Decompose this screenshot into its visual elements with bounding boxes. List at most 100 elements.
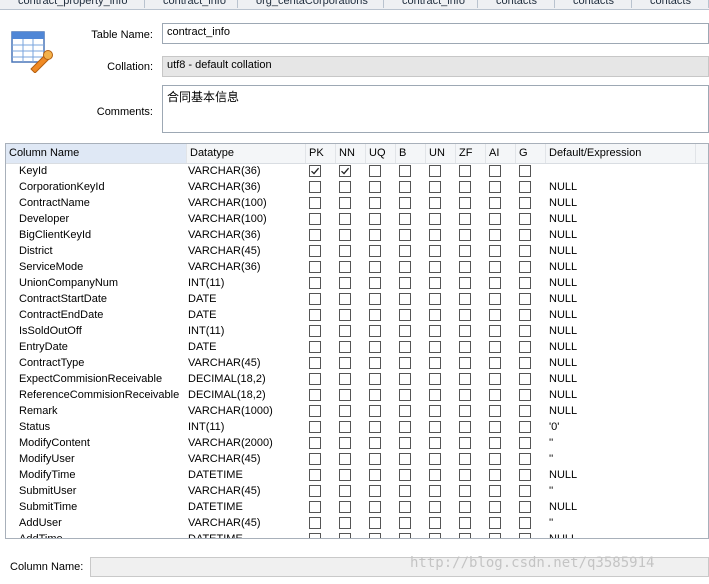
ai-checkbox[interactable] [489, 405, 501, 417]
un-checkbox[interactable] [429, 405, 441, 417]
datatype-cell[interactable]: DATETIME [188, 499, 304, 515]
ai-checkbox[interactable] [489, 357, 501, 369]
datatype-cell[interactable]: VARCHAR(36) [188, 259, 304, 275]
uq-checkbox[interactable] [369, 501, 381, 513]
table-row[interactable]: District VARCHAR(45) NULL [6, 243, 708, 259]
zf-checkbox[interactable] [459, 437, 471, 449]
pk-checkbox[interactable] [309, 405, 321, 417]
uq-checkbox[interactable] [369, 517, 381, 529]
pk-checkbox[interactable] [309, 501, 321, 513]
un-checkbox[interactable] [429, 261, 441, 273]
table-row[interactable]: AddUser VARCHAR(45) '' [6, 515, 708, 531]
pk-checkbox[interactable] [309, 453, 321, 465]
default-cell[interactable]: '' [549, 435, 699, 451]
un-checkbox[interactable] [429, 421, 441, 433]
column-name-cell[interactable]: AddTime [19, 531, 187, 538]
columns-grid[interactable]: Column Name Datatype PK NN UQ B UN ZF AI G Default… [5, 143, 709, 539]
table-row[interactable]: SubmitTime DATETIME NULL [6, 499, 708, 515]
default-cell[interactable]: NULL [549, 195, 699, 211]
nn-checkbox[interactable] [339, 229, 351, 241]
uq-checkbox[interactable] [369, 277, 381, 289]
table-row[interactable]: Developer VARCHAR(100) NULL [6, 211, 708, 227]
g-checkbox[interactable] [519, 245, 531, 257]
g-checkbox[interactable] [519, 181, 531, 193]
b-checkbox[interactable] [399, 293, 411, 305]
default-cell[interactable]: NULL [549, 243, 699, 259]
pk-checkbox[interactable] [309, 197, 321, 209]
default-cell[interactable]: NULL [549, 371, 699, 387]
table-row[interactable]: EntryDate DATE NULL [6, 339, 708, 355]
datatype-cell[interactable]: VARCHAR(2000) [188, 435, 304, 451]
table-row[interactable]: ContractEndDate DATE NULL [6, 307, 708, 323]
table-row[interactable]: ReferenceCommisionReceivable DECIMAL(18,2… [6, 387, 708, 403]
pk-checkbox[interactable] [309, 277, 321, 289]
b-checkbox[interactable] [399, 213, 411, 225]
column-name-cell[interactable]: Developer [19, 211, 187, 227]
b-checkbox[interactable] [399, 357, 411, 369]
table-row[interactable]: KeyId VARCHAR(36) [6, 163, 708, 179]
ai-checkbox[interactable] [489, 485, 501, 497]
column-name-cell[interactable]: District [19, 243, 187, 259]
header-column-name[interactable]: Column Name [6, 144, 187, 163]
default-cell[interactable]: NULL [549, 227, 699, 243]
ai-checkbox[interactable] [489, 213, 501, 225]
column-name-cell[interactable]: EntryDate [19, 339, 187, 355]
default-cell[interactable]: NULL [549, 323, 699, 339]
pk-checkbox[interactable] [309, 389, 321, 401]
un-checkbox[interactable] [429, 213, 441, 225]
un-checkbox[interactable] [429, 453, 441, 465]
pk-checkbox[interactable] [309, 517, 321, 529]
uq-checkbox[interactable] [369, 421, 381, 433]
nn-checkbox[interactable] [339, 437, 351, 449]
table-row[interactable]: BigClientKeyId VARCHAR(36) NULL [6, 227, 708, 243]
nn-checkbox[interactable] [339, 421, 351, 433]
uq-checkbox[interactable] [369, 437, 381, 449]
un-checkbox[interactable] [429, 245, 441, 257]
g-checkbox[interactable] [519, 421, 531, 433]
default-cell[interactable]: NULL [549, 531, 699, 538]
datatype-cell[interactable]: DECIMAL(18,2) [188, 371, 304, 387]
column-name-cell[interactable]: ContractType [19, 355, 187, 371]
table-row[interactable]: ContractName VARCHAR(100) NULL [6, 195, 708, 211]
column-name-cell[interactable]: Remark [19, 403, 187, 419]
column-name-cell[interactable]: ModifyContent [19, 435, 187, 451]
table-row[interactable]: ModifyTime DATETIME NULL [6, 467, 708, 483]
tab-3[interactable]: contract_info [384, 0, 478, 8]
g-checkbox[interactable] [519, 341, 531, 353]
column-name-cell[interactable]: CorporationKeyId [19, 179, 187, 195]
ai-checkbox[interactable] [489, 501, 501, 513]
ai-checkbox[interactable] [489, 389, 501, 401]
datatype-cell[interactable]: INT(11) [188, 419, 304, 435]
g-checkbox[interactable] [519, 165, 531, 177]
column-name-cell[interactable]: IsSoldOutOff [19, 323, 187, 339]
default-cell[interactable]: NULL [549, 275, 699, 291]
b-checkbox[interactable] [399, 389, 411, 401]
g-checkbox[interactable] [519, 453, 531, 465]
table-row[interactable]: IsSoldOutOff INT(11) NULL [6, 323, 708, 339]
un-checkbox[interactable] [429, 533, 441, 538]
column-name-cell[interactable]: BigClientKeyId [19, 227, 187, 243]
uq-checkbox[interactable] [369, 341, 381, 353]
tab-5[interactable]: contacts [555, 0, 632, 8]
datatype-cell[interactable]: DATE [188, 291, 304, 307]
datatype-cell[interactable]: VARCHAR(36) [188, 179, 304, 195]
datatype-cell[interactable]: DATETIME [188, 467, 304, 483]
default-cell[interactable]: NULL [549, 467, 699, 483]
b-checkbox[interactable] [399, 309, 411, 321]
tab-6[interactable]: contacts [632, 0, 709, 8]
pk-checkbox[interactable] [309, 165, 321, 177]
un-checkbox[interactable] [429, 165, 441, 177]
table-row[interactable]: SubmitUser VARCHAR(45) '' [6, 483, 708, 499]
pk-checkbox[interactable] [309, 261, 321, 273]
uq-checkbox[interactable] [369, 213, 381, 225]
header-default-expression[interactable]: Default/Expression [546, 144, 696, 163]
datatype-cell[interactable]: INT(11) [188, 323, 304, 339]
table-row[interactable]: Remark VARCHAR(1000) NULL [6, 403, 708, 419]
column-name-cell[interactable]: ModifyUser [19, 451, 187, 467]
nn-checkbox[interactable] [339, 277, 351, 289]
nn-checkbox[interactable] [339, 389, 351, 401]
default-cell[interactable]: '' [549, 483, 699, 499]
g-checkbox[interactable] [519, 501, 531, 513]
nn-checkbox[interactable] [339, 309, 351, 321]
header-un[interactable]: UN [426, 144, 456, 163]
